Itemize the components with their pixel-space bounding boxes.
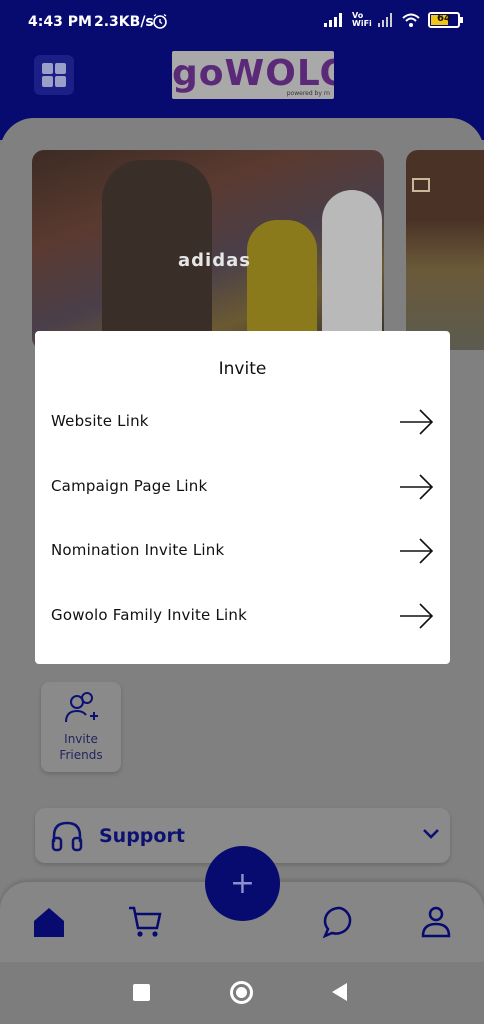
family-invite-link-option[interactable]: Gowolo Family Invite Link xyxy=(35,591,450,641)
nomination-invite-link-option[interactable]: Nomination Invite Link xyxy=(35,526,450,576)
invite-dialog: Invite Website Link Campaign Page Link N… xyxy=(35,331,450,664)
recent-apps-button[interactable] xyxy=(133,984,150,1001)
logo-text: goWOLO xyxy=(172,53,334,94)
status-time: 4:43 PM xyxy=(28,14,92,30)
invite-friends-line2: Friends xyxy=(59,748,103,762)
website-link-option[interactable]: Website Link xyxy=(35,397,450,447)
cart-icon[interactable] xyxy=(127,904,163,940)
option-label: Campaign Page Link xyxy=(51,477,208,495)
chat-icon[interactable] xyxy=(322,904,358,940)
gowolo-logo: goWOLO powered by rn xyxy=(172,51,334,99)
logo-subtext: powered by rn xyxy=(286,90,330,97)
status-network-speed: 2.3KB/s xyxy=(94,14,154,30)
back-system-button[interactable] xyxy=(332,983,347,1001)
wifi-icon xyxy=(402,13,420,27)
status-bar: 4:43 PM 2.3KB/s Vo WiFi 64 xyxy=(0,0,484,46)
arrow-right-icon xyxy=(400,603,434,629)
add-fab-button[interactable]: + xyxy=(205,846,280,921)
home-system-button[interactable] xyxy=(230,981,253,1004)
home-icon[interactable] xyxy=(31,904,67,940)
support-label: Support xyxy=(99,825,185,847)
invite-friends-line1: Invite xyxy=(64,732,98,746)
arrow-right-icon xyxy=(400,474,434,500)
user-icon[interactable] xyxy=(418,904,454,940)
status-icons: Vo WiFi 64 xyxy=(324,11,463,28)
signal-icon xyxy=(378,13,392,27)
menu-grid-button[interactable] xyxy=(34,55,74,95)
add-user-icon xyxy=(65,692,98,723)
alarm-icon xyxy=(153,13,167,29)
battery-icon: 64 xyxy=(428,12,463,28)
dialog-title: Invite xyxy=(218,359,267,379)
arrow-right-icon xyxy=(400,409,434,435)
option-label: Nomination Invite Link xyxy=(51,541,225,559)
campaign-page-link-option[interactable]: Campaign Page Link xyxy=(35,462,450,512)
banner-carousel-item[interactable] xyxy=(406,150,484,350)
system-navigation-bar xyxy=(0,962,484,1024)
arrow-right-icon xyxy=(400,538,434,564)
invite-friends-label: Invite Friends xyxy=(41,731,121,763)
banner-figure xyxy=(322,190,382,350)
option-label: Website Link xyxy=(51,412,149,430)
banner-carousel-item[interactable]: adidas xyxy=(32,150,384,350)
invite-friends-button[interactable]: Invite Friends xyxy=(41,682,121,772)
battery-level: 64 xyxy=(437,13,451,24)
option-label: Gowolo Family Invite Link xyxy=(51,606,247,624)
chevron-down-icon xyxy=(423,829,439,839)
signal-icon xyxy=(324,13,342,27)
vowifi-label: Vo WiFi xyxy=(352,11,372,28)
headphones-icon xyxy=(51,821,83,852)
banner-window-shape xyxy=(412,178,430,192)
banner-brand-text: adidas xyxy=(178,250,251,271)
